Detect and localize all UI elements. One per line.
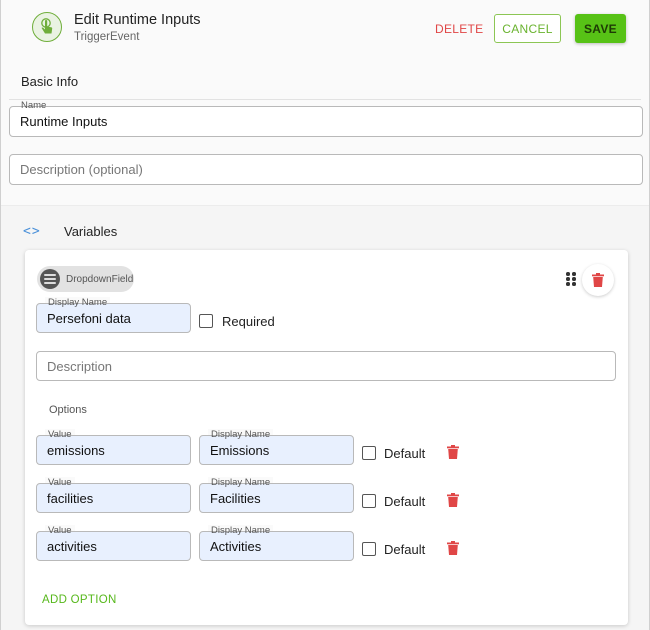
option-display-name: Emissions	[210, 442, 270, 458]
display-name-field[interactable]: Display Name Persefoni data	[36, 297, 191, 333]
option-display-name: Activities	[210, 538, 262, 554]
delete-option-icon[interactable]	[447, 445, 459, 459]
required-checkbox[interactable]	[199, 314, 213, 328]
panel-subtitle: TriggerEvent	[74, 31, 140, 43]
delete-button[interactable]: DELETE	[429, 15, 489, 43]
delete-variable-button[interactable]	[582, 264, 614, 296]
option-default-label: Default	[384, 542, 426, 557]
trash-icon	[592, 273, 604, 287]
option-value-field[interactable]: Value activities	[36, 525, 191, 561]
option-default-checkbox[interactable]	[362, 446, 376, 460]
option-display-name-field[interactable]: Display Name Emissions	[199, 429, 354, 465]
option-value: facilities	[47, 490, 94, 506]
options-heading: Options	[49, 404, 87, 416]
description-field[interactable]: Description (optional)	[9, 154, 643, 185]
basic-info-heading: Basic Info	[21, 74, 79, 89]
display-name-value: Persefoni data	[47, 310, 131, 326]
delete-option-icon[interactable]	[447, 541, 459, 555]
variable-description-placeholder: Description	[47, 358, 113, 374]
name-field-value: Runtime Inputs	[20, 114, 108, 129]
name-field[interactable]: Name Runtime Inputs	[9, 100, 643, 137]
variables-heading: Variables	[64, 224, 118, 239]
code-brackets-icon: <>	[23, 224, 41, 239]
cancel-button[interactable]: CANCEL	[494, 14, 561, 43]
option-value-field[interactable]: Value facilities	[36, 477, 191, 513]
option-default-checkbox[interactable]	[362, 494, 376, 508]
basic-info-divider	[9, 99, 641, 100]
touch-trigger-icon	[32, 12, 62, 42]
save-button[interactable]: SAVE	[575, 14, 626, 43]
edit-runtime-inputs-panel: Edit Runtime Inputs TriggerEvent DELETE …	[0, 0, 650, 630]
option-default-label: Default	[384, 446, 426, 461]
option-value-field[interactable]: Value emissions	[36, 429, 191, 465]
variable-description-field[interactable]: Description	[36, 351, 616, 381]
option-default-label: Default	[384, 494, 426, 509]
field-type-chip: DropdownField	[37, 266, 134, 292]
delete-option-icon[interactable]	[447, 493, 459, 507]
option-value: activities	[47, 538, 97, 554]
option-value: emissions	[47, 442, 105, 458]
panel-header: Edit Runtime Inputs TriggerEvent DELETE …	[1, 0, 649, 58]
field-type-label: DropdownField	[66, 273, 134, 285]
option-default-checkbox[interactable]	[362, 542, 376, 556]
option-display-name-field[interactable]: Display Name Activities	[199, 525, 354, 561]
description-field-placeholder: Description (optional)	[20, 162, 143, 177]
option-display-name-field[interactable]: Display Name Facilities	[199, 477, 354, 513]
list-icon	[40, 269, 60, 289]
add-option-button[interactable]: ADD OPTION	[42, 594, 117, 606]
option-display-name: Facilities	[210, 490, 261, 506]
drag-handle-icon[interactable]	[566, 272, 576, 286]
required-label: Required	[222, 314, 275, 329]
panel-title: Edit Runtime Inputs	[74, 12, 201, 28]
